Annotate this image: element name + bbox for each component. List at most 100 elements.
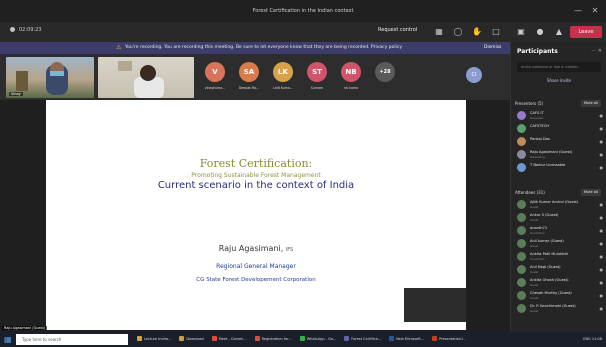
presenters-section-header[interactable]: Presenters (5) Mute all: [515, 99, 603, 108]
options-icon[interactable]: ⋯: [591, 48, 596, 54]
app-icon: [137, 336, 142, 341]
list-item[interactable]: T Neelur Licensable ●: [515, 162, 605, 174]
taskbar-app[interactable]: Forest Certifica...: [341, 334, 384, 345]
mic-icon: ●: [599, 306, 604, 311]
avatar: [517, 226, 526, 235]
av-controls: ▣ ● ▲ Leave: [510, 22, 606, 42]
video-tile[interactable]: Vinay: [6, 57, 94, 98]
mic-icon: ●: [599, 228, 604, 233]
taskbar-app[interactable]: Meet - Commi...: [209, 334, 250, 345]
panel-title: Participants: [517, 48, 558, 55]
taskbar-app[interactable]: Lecture Invita...: [134, 334, 174, 345]
taskbar-app[interactable]: WhatsApp - Go...: [297, 334, 339, 345]
avatar: [517, 163, 526, 172]
self-video-preview[interactable]: [404, 288, 466, 322]
chat-icon[interactable]: ◯: [451, 25, 465, 39]
taskbar-app[interactable]: New Microsoft...: [386, 334, 427, 345]
taskbar-search-input[interactable]: Type here to search: [16, 334, 128, 345]
participants-icon[interactable]: ▦: [432, 25, 446, 39]
list-item[interactable]: CAFSTECH ●: [515, 123, 605, 135]
app-icon: [179, 336, 185, 341]
invite-input[interactable]: Invite someone or dial a number: [517, 62, 601, 72]
taskbar-app[interactable]: Presentation1 -: [429, 334, 469, 345]
minimize-icon[interactable]: —: [572, 0, 584, 22]
reactions-icon[interactable]: ✋: [470, 25, 484, 39]
participant-avatar[interactable]: NB nb kuma: [340, 62, 362, 90]
title-bar: Forest Certification in the Indian conte…: [0, 0, 606, 22]
mic-icon: ●: [599, 241, 604, 246]
video-tile[interactable]: [98, 57, 194, 98]
participant-avatar[interactable]: ST Surnam: [306, 62, 328, 90]
request-control-button[interactable]: Request control: [378, 27, 417, 33]
list-item[interactable]: Ankita Patil Mulukhet Unverified ●: [515, 251, 605, 263]
participant-avatar[interactable]: SA Deepak Ra...: [238, 62, 260, 90]
shared-slide: Forest Certification: Promoting Sustaina…: [46, 100, 466, 330]
windows-start-icon[interactable]: ▦: [4, 335, 13, 344]
main-stage: Forest Certification: Promoting Sustaina…: [0, 100, 510, 332]
presenter-label: Raju Agasimani (Guest): [2, 326, 48, 330]
avatar: [517, 213, 526, 222]
share-screen-icon[interactable]: ▲: [552, 25, 566, 39]
avatar: [517, 124, 526, 133]
mic-icon[interactable]: ●: [533, 25, 547, 39]
list-item[interactable]: Anil kumar (Guest) Guest ●: [515, 238, 605, 250]
participants-panel: Participants ⋯ ✕ Invite someone or dial …: [510, 42, 606, 332]
recording-notice-text: You're recording. You are recording this…: [125, 45, 402, 50]
call-controls: ▦ ◯ ✋ □ ⋯: [432, 25, 522, 39]
mic-icon: ●: [599, 126, 604, 131]
app-icon: [344, 336, 350, 341]
list-item[interactable]: Dr. P. Kanchimohi (Guest) Guest ●: [515, 303, 605, 315]
participant-avatars: Vvinaykuma... SA Deepak Ra... LK Lalit Kum…: [204, 62, 396, 90]
camera-icon[interactable]: ▣: [514, 25, 528, 39]
taskbar-app[interactable]: Download: [176, 334, 206, 345]
list-item[interactable]: Chesah Murthy (Guest) Guest ●: [515, 290, 605, 302]
participant-avatar[interactable]: Vvinaykuma...: [204, 62, 226, 90]
mute-all-attendees-button[interactable]: Mute all: [581, 189, 601, 196]
teams-window: Forest Certification in the Indian conte…: [0, 0, 606, 347]
mic-icon: ●: [599, 139, 604, 144]
mic-icon: ●: [599, 152, 604, 157]
share-invite-button[interactable]: Share invite: [517, 76, 601, 85]
avatar: [517, 291, 526, 300]
participant-video-2: [118, 61, 164, 98]
avatar: [517, 278, 526, 287]
list-item[interactable]: Ajith Kumar Arvind (Guest) Guest ●: [515, 199, 605, 211]
warning-icon: ⚠: [116, 44, 122, 51]
app-icon: [254, 336, 260, 341]
avatar: [517, 304, 526, 313]
avatar: [517, 111, 526, 120]
slide-title: Forest Certification:: [199, 157, 313, 170]
system-tray[interactable]: ENG 11:08: [583, 334, 602, 345]
video-tile-name: Vinay: [9, 92, 23, 96]
list-item[interactable]: ananth71 Unverified ●: [515, 225, 605, 237]
app-icon: [432, 336, 438, 341]
rooms-icon[interactable]: □: [489, 25, 503, 39]
avatar: [517, 252, 526, 261]
self-avatar[interactable]: CI: [466, 67, 482, 83]
more-participants-avatar[interactable]: +28: [374, 62, 396, 90]
recording-dot-icon: [10, 27, 15, 32]
mic-icon: ●: [599, 254, 604, 259]
attendees-list: Ajith Kumar Arvind (Guest) Guest ● Ankur S…: [515, 199, 605, 316]
attendees-section-header[interactable]: Attendees (31) Mute all: [515, 188, 603, 197]
dismiss-button[interactable]: Dismiss: [484, 42, 501, 54]
list-item[interactable]: CAFS IT Organizer ●: [515, 110, 605, 122]
list-item[interactable]: Ankur S (Guest) Guest ●: [515, 212, 605, 224]
mic-icon: ●: [599, 267, 604, 272]
list-item[interactable]: Raju Agasimani (Guest) Presenting ●: [515, 149, 605, 161]
list-item[interactable]: Pankaj Das ●: [515, 136, 605, 148]
close-icon[interactable]: ✕: [589, 0, 601, 22]
list-item[interactable]: Anil Negi (Guest) Guest ●: [515, 264, 605, 276]
slide-presenter-org: CG State Forest Developement Corporation: [196, 277, 316, 283]
close-panel-icon[interactable]: ✕: [598, 48, 602, 54]
taskbar-apps: Lecture Invita... Download Meet - Commi.…: [134, 334, 469, 345]
mute-all-button[interactable]: Mute all: [581, 100, 601, 107]
participant-avatar[interactable]: LK Lalit Kuma...: [272, 62, 294, 90]
mic-icon: ●: [599, 215, 604, 220]
list-item[interactable]: Ankita Ghosh (Guest) Guest ●: [515, 277, 605, 289]
slide-presenter-role: Regional General Manager: [216, 263, 296, 270]
avatar: [517, 265, 526, 274]
taskbar-app[interactable]: Registration for...: [252, 334, 295, 345]
leave-button[interactable]: Leave: [570, 26, 602, 38]
panel-actions: ⋯ ✕: [591, 48, 602, 54]
